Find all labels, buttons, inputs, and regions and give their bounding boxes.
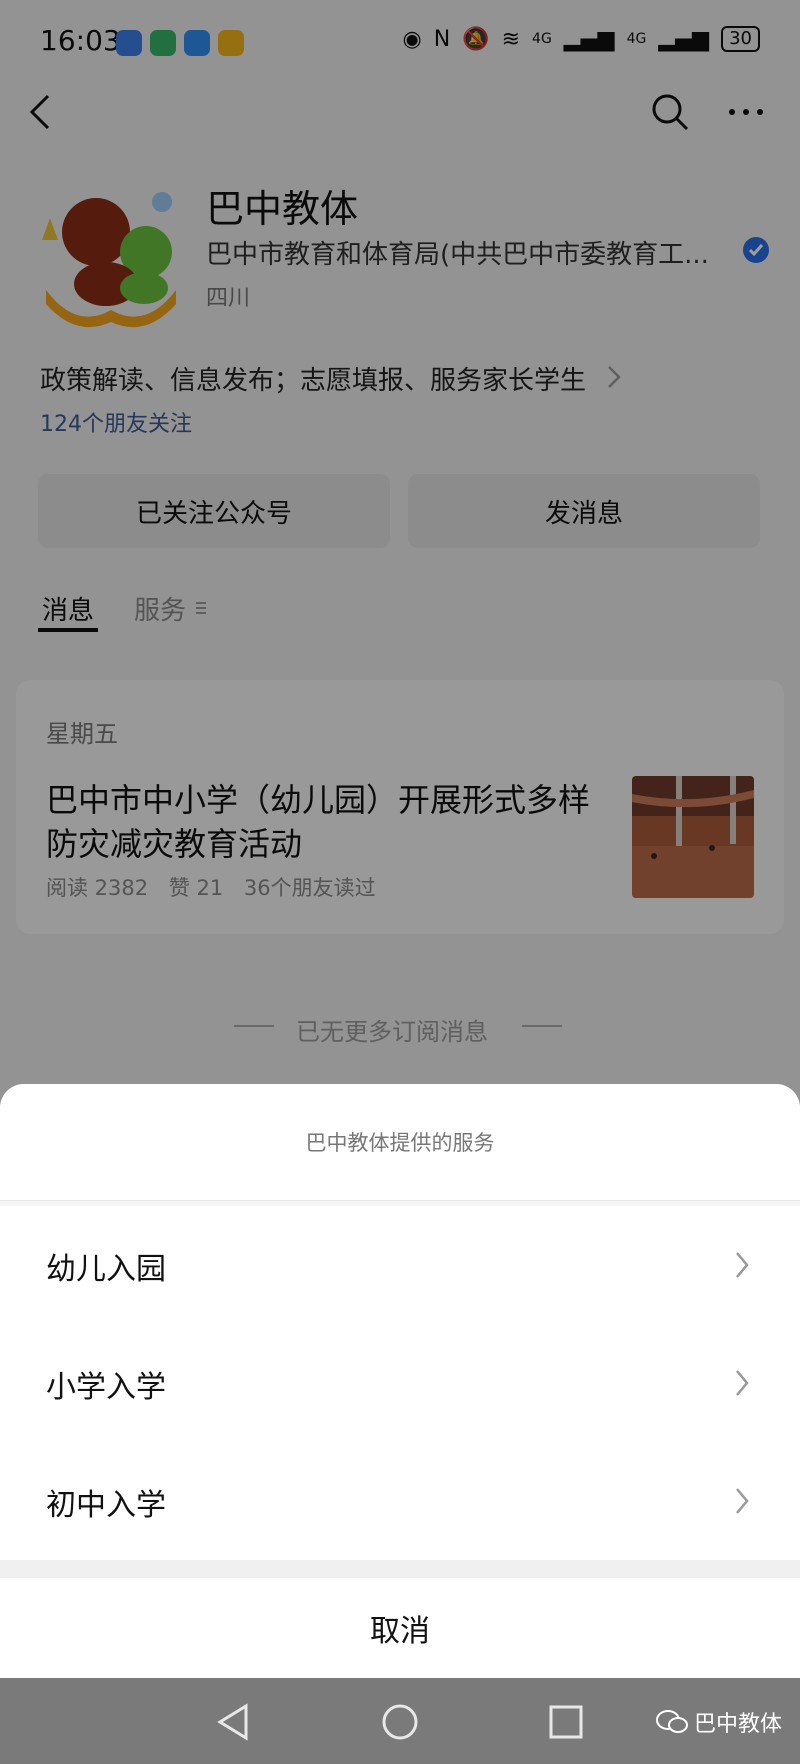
service-item-junior-high[interactable]: 初中入学 [0, 1442, 800, 1561]
chevron-right-icon [736, 1488, 749, 1514]
service-item-primary-school[interactable]: 小学入学 [0, 1324, 800, 1443]
service-item-kindergarten[interactable]: 幼儿入园 [0, 1206, 800, 1325]
sheet-separator [0, 1560, 800, 1578]
service-item-label: 小学入学 [46, 1370, 166, 1405]
service-item-label: 幼儿入园 [46, 1252, 166, 1287]
cancel-button[interactable]: 取消 [0, 1578, 800, 1678]
nav-recents-square-icon[interactable] [544, 1700, 588, 1744]
watermark-text: 巴中教体 [694, 1712, 783, 1737]
wechat-official-account-page: 16:03 ◉ N 🔕 ≋ 4G ▂▄▆ 4G ▂▄▆ 30 巴中教体 巴中市教育和… [0, 0, 800, 1764]
chevron-right-icon [736, 1252, 749, 1278]
system-navigation-bar: 巴中教体 [0, 1678, 800, 1764]
sheet-title: 巴中教体提供的服务 [0, 1084, 800, 1201]
service-item-label: 初中入学 [46, 1488, 166, 1523]
watermark: 巴中教体 [656, 1706, 782, 1738]
wechat-icon [656, 1710, 688, 1733]
nav-back-triangle-icon[interactable] [212, 1700, 256, 1744]
services-action-sheet: 巴中教体提供的服务 幼儿入园 小学入学 初中入学 取消 [0, 1084, 800, 1678]
chevron-right-icon [736, 1370, 749, 1396]
nav-home-circle-icon[interactable] [378, 1700, 422, 1744]
